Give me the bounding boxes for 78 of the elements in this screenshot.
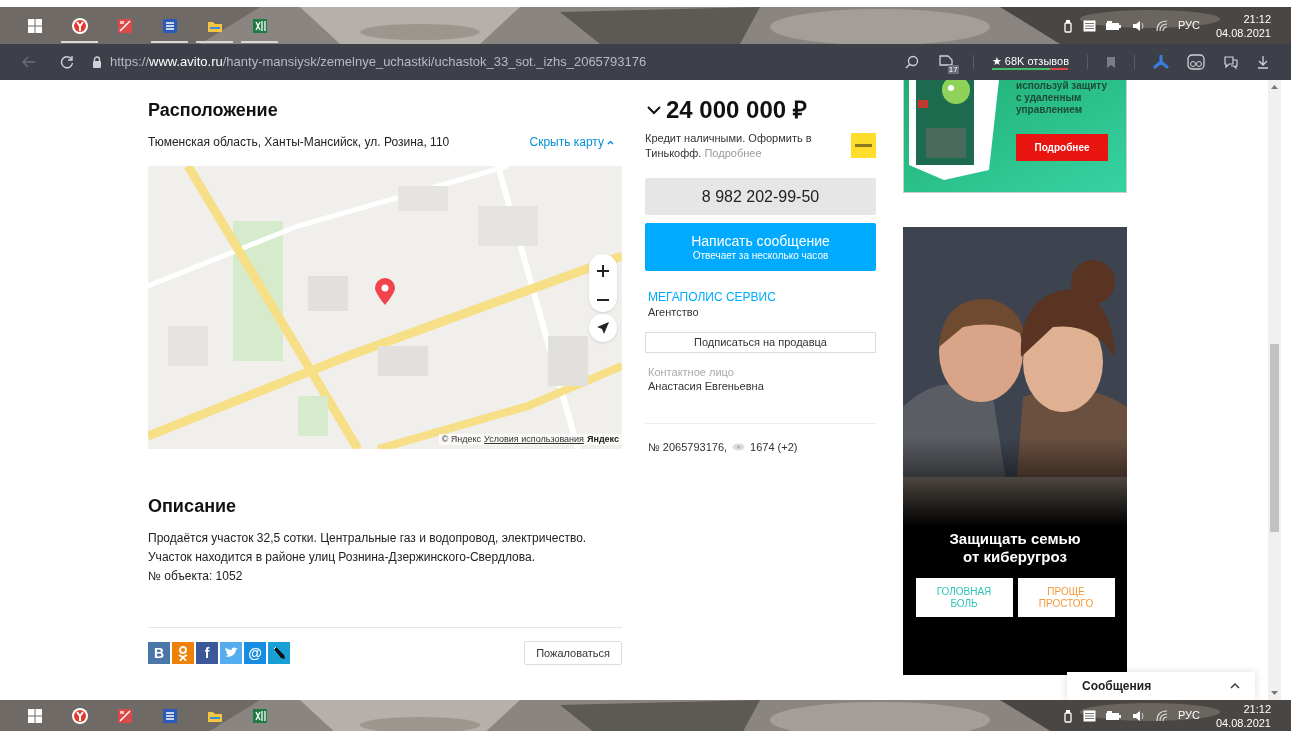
- map-logo: Яндекс: [587, 434, 619, 445]
- start-icon[interactable]: [26, 707, 43, 724]
- chat-bubbles-icon[interactable]: [1223, 54, 1239, 70]
- facebook-share-button[interactable]: f: [196, 642, 218, 664]
- contact-label: Контактное лицо: [648, 365, 735, 379]
- round-app-icon[interactable]: [71, 707, 88, 724]
- section-title: Описание: [148, 495, 238, 518]
- livejournal-share-button[interactable]: [268, 642, 290, 664]
- chevron-down-icon[interactable]: [647, 105, 661, 115]
- speaker-icon[interactable]: [1131, 709, 1146, 722]
- messages-title: Сообщения: [1082, 678, 1152, 695]
- map-attribution: © Яндекс: [441, 434, 482, 445]
- ad-headline: от киберугроз: [963, 548, 1067, 566]
- address-bar-url[interactable]: https://www.avito.ru/hanty-mansiysk/zemelnye_uchastki/uchastok_33_sot._izhs_2065793176: [110, 52, 647, 72]
- credit-offer-text: Кредит наличными. Оформить в Тинькофф. Подробнее: [645, 131, 813, 161]
- map-pin-icon: [374, 278, 396, 306]
- chevron-up-icon[interactable]: [1230, 683, 1240, 689]
- three-arm-icon[interactable]: [1153, 55, 1169, 69]
- mail-share-button[interactable]: @: [244, 642, 266, 664]
- complaint-button[interactable]: Пожаловаться: [524, 641, 622, 665]
- clock-date[interactable]: 04.08.2021: [1215, 715, 1271, 730]
- share-icon: [271, 645, 287, 661]
- bookmark-icon[interactable]: [1106, 55, 1116, 69]
- description-text: Продаётся участок 32,5 сотки. Центральные газ и водопровод, электричество.: [148, 530, 588, 547]
- seller-type: Агентство: [648, 305, 700, 320]
- address-text: Тюменская область, Ханты-Мансийск, ул. Розина, 110: [148, 134, 450, 150]
- start-icon[interactable]: [26, 17, 43, 34]
- usb-drive-icon[interactable]: [1062, 18, 1073, 33]
- ad-banner[interactable]: используй защиту с удаленным управлением Подробнее: [903, 80, 1127, 193]
- reviews-link[interactable]: ★ 68K отзывов: [991, 54, 1069, 68]
- price: 24 000 000 ₽: [666, 95, 807, 125]
- hide-map-link[interactable]: Скрыть карту: [529, 134, 614, 150]
- contact-name: Анастасия Евгеньевна: [648, 379, 765, 393]
- extension-badge: 17: [947, 65, 959, 74]
- search-icon[interactable]: [904, 55, 919, 69]
- wifi-icon[interactable]: [1155, 709, 1168, 722]
- section-title: Расположение: [148, 99, 279, 122]
- glasses-icon[interactable]: [1187, 54, 1205, 70]
- scroll-up-icon[interactable]: [1271, 85, 1278, 89]
- lock-icon[interactable]: [92, 55, 102, 69]
- bank-logo-icon[interactable]: [851, 133, 876, 158]
- subscribe-button[interactable]: Подписаться на продавца: [645, 332, 876, 353]
- ad-text: используй защиту: [1016, 80, 1108, 92]
- reload-icon[interactable]: [60, 55, 74, 69]
- view-count: 1674 (+2): [750, 440, 798, 454]
- chevron-up-icon: [607, 139, 614, 145]
- ad-text: управлением: [1016, 104, 1084, 116]
- arrow-icon: [597, 322, 609, 334]
- scrollbar-thumb[interactable]: [1270, 344, 1279, 532]
- messages-panel[interactable]: Сообщения: [1067, 672, 1255, 700]
- speaker-icon[interactable]: [1131, 19, 1146, 32]
- notes-icon[interactable]: [1082, 19, 1096, 32]
- item-number: № 2065793176,: [648, 440, 728, 454]
- description-text: № объекта: 1052: [148, 568, 244, 585]
- eye-icon: [732, 443, 746, 451]
- notes-icon[interactable]: [1082, 709, 1096, 722]
- terms-link[interactable]: Условия использования: [484, 434, 584, 445]
- zoom-in-icon[interactable]: [597, 265, 609, 277]
- power-icon[interactable]: [1105, 710, 1122, 721]
- vk-share-button[interactable]: В: [148, 642, 170, 664]
- wifi-icon[interactable]: [1155, 19, 1168, 32]
- scrollbar[interactable]: [1268, 80, 1281, 700]
- clock-date[interactable]: 04.08.2021: [1215, 25, 1271, 40]
- language-indicator[interactable]: РУС: [1177, 17, 1200, 34]
- ad-headline: Защищать семью: [949, 530, 1081, 548]
- power-icon[interactable]: [1105, 20, 1122, 31]
- ad-text: с удаленным: [1016, 92, 1083, 104]
- clock-time[interactable]: 21:12: [1243, 11, 1271, 26]
- language-indicator[interactable]: РУС: [1177, 707, 1200, 724]
- ad-more-button[interactable]: Подробнее: [1016, 134, 1108, 161]
- download-icon[interactable]: [1257, 55, 1269, 69]
- ok-share-button[interactable]: [172, 642, 194, 664]
- usb-drive-icon[interactable]: [1062, 708, 1073, 723]
- description-text: Участок находится в районе улиц Рознина-Дзержинского-Свердлова.: [148, 549, 536, 566]
- phone-button[interactable]: 8 982 202-99-50: [645, 178, 876, 215]
- round-app-icon[interactable]: [71, 17, 88, 34]
- clock-time[interactable]: 21:12: [1243, 701, 1271, 716]
- scroll-down-icon[interactable]: [1271, 691, 1278, 695]
